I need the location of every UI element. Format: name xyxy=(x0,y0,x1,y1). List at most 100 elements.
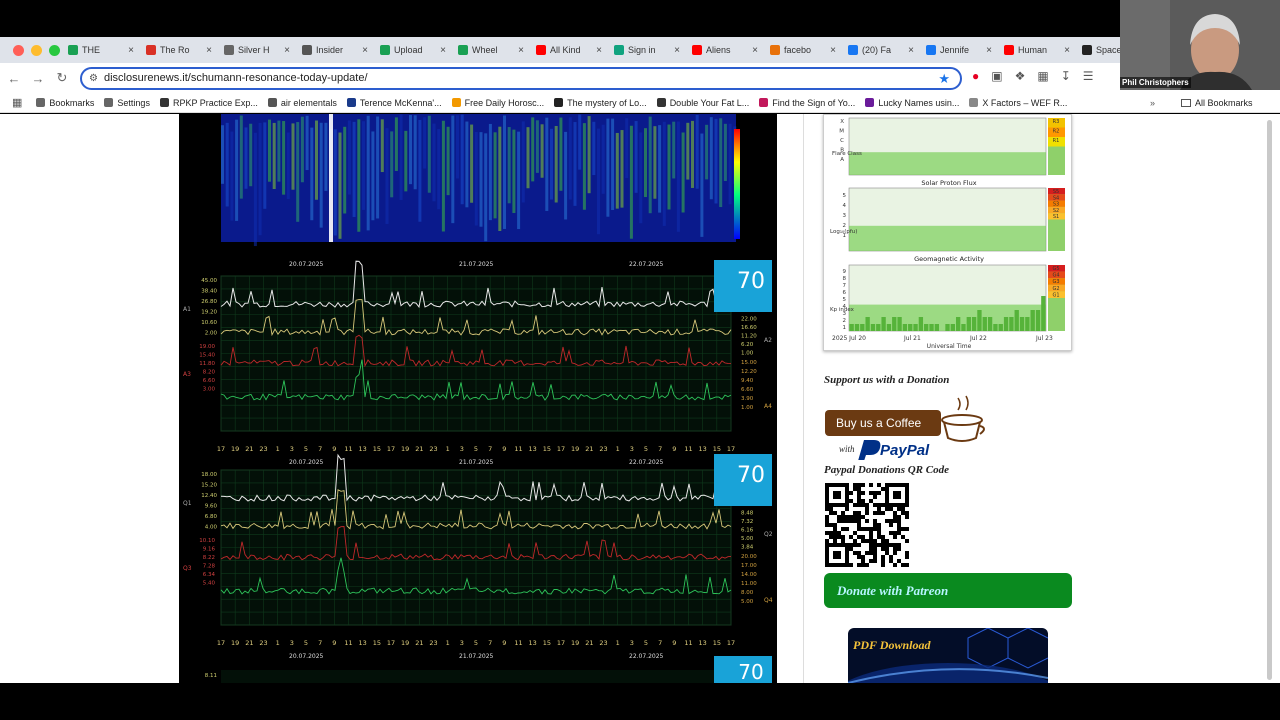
tab-8[interactable]: Sign in × xyxy=(608,37,686,63)
bookmark-item[interactable]: X Factors – WEF R... xyxy=(969,98,1067,108)
tab-4[interactable]: Insider × xyxy=(296,37,374,63)
tab-title: Wheel xyxy=(472,45,498,55)
sw-level-fill xyxy=(849,225,1046,251)
qr-cell xyxy=(857,543,861,547)
qr-cell xyxy=(837,519,841,523)
sw-tick-label: 1 xyxy=(843,325,847,331)
qr-cell xyxy=(893,531,897,535)
bookmark-favicon-icon xyxy=(451,98,461,107)
minimize-window-button[interactable] xyxy=(31,44,42,56)
tab-close-icon[interactable]: × xyxy=(518,45,524,56)
tab-close-icon[interactable]: × xyxy=(284,45,290,56)
tab-10[interactable]: facebo × xyxy=(764,37,842,63)
bookmark-item[interactable]: Terence McKenna'... xyxy=(346,98,442,108)
bookmark-item[interactable]: Free Daily Horosc... xyxy=(451,98,544,108)
y-tick-label: 22.00 xyxy=(741,317,757,323)
tab-close-icon[interactable]: × xyxy=(596,45,602,56)
x-tick-label: 13 xyxy=(699,639,707,647)
qr-cell xyxy=(905,539,909,543)
scrollbar-thumb[interactable] xyxy=(1267,120,1272,680)
tab-close-icon[interactable]: × xyxy=(752,45,758,56)
bookmark-item[interactable]: Double Your Fat L... xyxy=(656,98,749,108)
back-icon[interactable]: ← xyxy=(2,71,26,86)
maximize-window-button[interactable] xyxy=(49,44,60,56)
bookmark-item[interactable]: Find the Sign of Yo... xyxy=(759,98,855,108)
y-tick-label: 19.20 xyxy=(201,310,217,316)
tab-search-icon[interactable]: ▦ xyxy=(1037,69,1048,83)
spectrogram-band xyxy=(503,115,506,229)
spectrogram-band xyxy=(427,115,431,193)
sw-tick-label: 7 xyxy=(843,283,847,289)
spectrogram-band xyxy=(620,130,624,208)
buy-coffee-button[interactable]: Buy us a Coffee with PayPal xyxy=(824,392,986,461)
qr-cell xyxy=(853,543,857,547)
donate-patreon-button[interactable]: Donate with Patreon xyxy=(824,573,1072,608)
tab-9[interactable]: Aliens × xyxy=(686,37,764,63)
tab-5[interactable]: Upload × xyxy=(374,37,452,63)
kp-bar xyxy=(876,324,881,331)
qr-cell xyxy=(865,527,869,531)
tab-13[interactable]: Human × xyxy=(998,37,1076,63)
tab-11[interactable]: (20) Fa × xyxy=(842,37,920,63)
apps-grid-icon[interactable]: ▦ xyxy=(12,96,22,109)
address-bar[interactable]: ⚙ disclosurenews.it/schumann-resonance-t… xyxy=(80,67,962,90)
page-scrollbar[interactable] xyxy=(1260,114,1280,683)
tab-close-icon[interactable]: × xyxy=(206,45,212,56)
bookmark-item[interactable]: Settings xyxy=(104,98,150,108)
qr-cell xyxy=(873,519,877,523)
qr-cell xyxy=(825,507,829,511)
site-info-icon[interactable]: ⚙ xyxy=(89,69,98,88)
sw-x-label: Jul 23 xyxy=(1035,335,1053,342)
qr-cell xyxy=(869,491,873,495)
spectrogram-band xyxy=(371,131,375,221)
extension-icon[interactable]: ▣ xyxy=(991,69,1002,83)
tab-12[interactable]: Jennife × xyxy=(920,37,998,63)
reload-icon[interactable]: ↻ xyxy=(50,70,74,86)
qr-cell xyxy=(853,487,857,491)
all-bookmarks[interactable]: All Bookmarks xyxy=(1181,98,1253,108)
bookmark-item[interactable]: RPKP Practice Exp... xyxy=(159,98,258,108)
tab-close-icon[interactable]: × xyxy=(674,45,680,56)
tab-7[interactable]: All Kind × xyxy=(530,37,608,63)
bookmark-star-icon[interactable]: ★ xyxy=(938,69,950,88)
pdf-download-banner[interactable]: PDF Download xyxy=(848,628,1048,683)
tab-close-icon[interactable]: × xyxy=(986,45,992,56)
tab-6[interactable]: Wheel × xyxy=(452,37,530,63)
tab-close-icon[interactable]: × xyxy=(830,45,836,56)
qr-cell xyxy=(881,559,885,563)
bookmark-item[interactable]: air elementals xyxy=(267,98,337,108)
sw-scale-label: S5 xyxy=(1053,189,1059,195)
tab-1[interactable]: THE × xyxy=(62,37,140,63)
tab-2[interactable]: The Ro × xyxy=(140,37,218,63)
puzzle-icon[interactable]: ❖ xyxy=(1015,69,1026,83)
tab-close-icon[interactable]: × xyxy=(908,45,914,56)
x-date-label: 21.07.2025 xyxy=(459,653,494,660)
tab-close-icon[interactable]: × xyxy=(1064,45,1070,56)
y-tick-label: 38.40 xyxy=(201,289,217,295)
bookmark-item[interactable]: The mystery of Lo... xyxy=(554,98,647,108)
forward-icon[interactable]: → xyxy=(26,71,50,86)
close-window-button[interactable] xyxy=(13,44,24,56)
x-tick-label: 5 xyxy=(644,639,648,647)
x-tick-label: 19 xyxy=(571,639,579,647)
tab-close-icon[interactable]: × xyxy=(440,45,446,56)
x-tick-label: 11 xyxy=(344,445,352,453)
tab-close-icon[interactable]: × xyxy=(362,45,368,56)
bookmark-favicon-icon xyxy=(759,98,769,107)
qr-cell xyxy=(905,563,909,567)
download-icon[interactable]: ↧ xyxy=(1061,69,1071,83)
x-date-label: 20.07.2025 xyxy=(289,653,324,660)
bookmark-item[interactable]: Lucky Names usin... xyxy=(865,98,959,108)
y-tick-label: 10.10 xyxy=(199,538,215,544)
more-bookmarks-icon[interactable]: » xyxy=(1150,98,1155,108)
tab-3[interactable]: Silver H × xyxy=(218,37,296,63)
tab-close-icon[interactable]: × xyxy=(128,45,134,56)
qr-cell xyxy=(861,503,865,507)
qr-cell xyxy=(825,519,829,523)
tab-favicon-icon xyxy=(848,45,858,55)
menu-icon[interactable]: ☰ xyxy=(1083,69,1094,83)
bookmark-item[interactable]: Bookmarks xyxy=(36,98,94,108)
qr-cell xyxy=(825,523,829,527)
pinterest-icon[interactable]: ● xyxy=(972,69,979,83)
y-tick-label: 3.84 xyxy=(741,545,754,551)
